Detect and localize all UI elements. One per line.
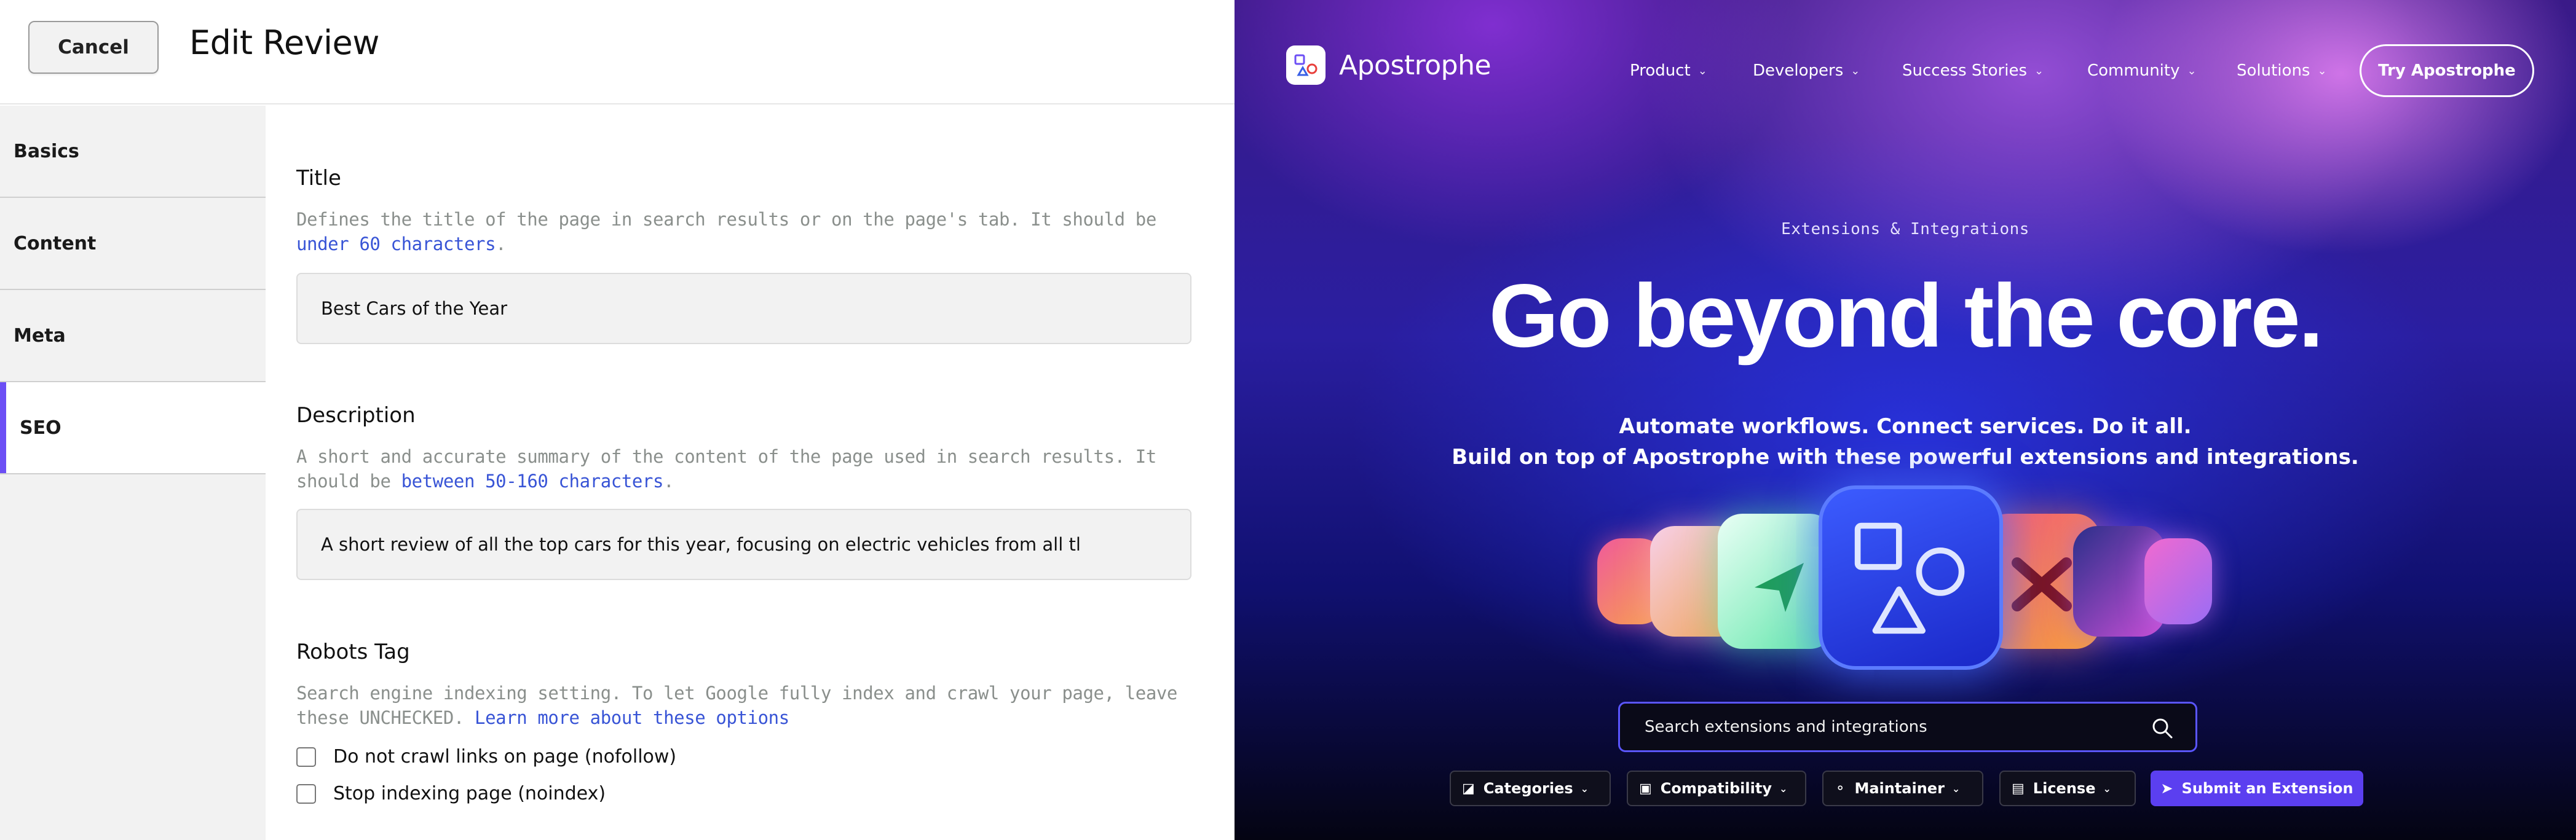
- nav-community-label: Community: [2087, 61, 2180, 80]
- robots-help-link[interactable]: Learn more about these options: [475, 707, 789, 728]
- filter-license-label: License: [2033, 780, 2096, 797]
- apostrophe-shapes-icon: [1819, 485, 2003, 670]
- chevron-down-icon: ⌄: [1697, 64, 1707, 77]
- extensions-search-input[interactable]: Search extensions and integrations: [1618, 702, 2197, 752]
- hero-eyebrow: Extensions & Integrations: [1781, 220, 2029, 238]
- apostrophe-site: Apostrophe Product ⌄ Developers ⌄ Success …: [1235, 0, 2576, 840]
- description-help: A short and accurate summary of the cont…: [296, 444, 1182, 493]
- chevron-down-icon: ⌄: [2034, 64, 2044, 77]
- blocks-icon: ▣: [1639, 780, 1652, 796]
- nofollow-option[interactable]: Do not crawl links on page (nofollow): [296, 746, 676, 767]
- title-help: Defines the title of the page in search …: [296, 207, 1182, 256]
- description-input[interactable]: A short review of all the top cars for t…: [296, 509, 1191, 580]
- robots-label: Robots Tag: [296, 640, 410, 664]
- nav-solutions[interactable]: Solutions ⌄: [2237, 61, 2327, 80]
- try-apostrophe-button[interactable]: Try Apostrophe: [2360, 44, 2534, 97]
- nav-product[interactable]: Product ⌄: [1630, 61, 1707, 80]
- title-help-suffix: .: [496, 234, 507, 254]
- apostrophe-logo-icon: [1286, 45, 1326, 85]
- noindex-checkbox[interactable]: [296, 783, 316, 804]
- brand-name: Apostrophe: [1339, 49, 1491, 81]
- tab-meta[interactable]: Meta: [0, 290, 266, 382]
- hero-title: Go beyond the core.: [1488, 265, 2324, 366]
- nav-solutions-label: Solutions: [2237, 61, 2310, 80]
- editor-sidebar: Basics Content Meta SEO: [0, 106, 266, 840]
- chevron-down-icon: ⌄: [2187, 64, 2197, 77]
- hero-subtitle-2: Build on top of Apostrophe with these po…: [1452, 445, 2359, 469]
- filter-compatibility-label: Compatibility: [1660, 780, 1772, 797]
- search-placeholder: Search extensions and integrations: [1645, 718, 1927, 736]
- tab-content[interactable]: Content: [0, 198, 266, 290]
- submit-extension-label: Submit an Extension: [2181, 780, 2353, 797]
- editor-header: Cancel Edit Review: [0, 0, 1235, 104]
- brand-logo[interactable]: Apostrophe: [1286, 45, 1491, 85]
- title-label: Title: [296, 166, 341, 190]
- nofollow-label: Do not crawl links on page (nofollow): [333, 746, 677, 767]
- title-input[interactable]: Best Cars of the Year: [296, 273, 1191, 344]
- paper-plane-icon: ➤: [2160, 780, 2173, 797]
- description-label: Description: [296, 403, 416, 428]
- robots-help: Search engine indexing setting. To let G…: [296, 681, 1182, 730]
- chevron-down-icon: ⌄: [1580, 782, 1589, 795]
- description-help-suffix: .: [663, 471, 674, 492]
- hero-subtitle-1: Automate workflows. Connect services. Do…: [1619, 414, 2192, 439]
- title-help-text: Defines the title of the page in search …: [296, 209, 1156, 230]
- tab-basics[interactable]: Basics: [0, 106, 266, 198]
- cube-icon: ◪: [1462, 780, 1475, 796]
- chevron-down-icon: ⌄: [1951, 782, 1961, 795]
- chevron-down-icon: ⌄: [2103, 782, 2111, 795]
- chevron-down-icon: ⌄: [1851, 64, 1860, 77]
- edit-review-panel: Cancel Edit Review Basics Content Meta S…: [0, 0, 1235, 840]
- tab-seo[interactable]: SEO: [0, 382, 266, 474]
- chevron-down-icon: ⌄: [2317, 64, 2327, 77]
- nofollow-checkbox[interactable]: [296, 747, 316, 767]
- nav-success-stories[interactable]: Success Stories ⌄: [1902, 61, 2044, 80]
- nav-developers[interactable]: Developers ⌄: [1753, 61, 1860, 80]
- description-help-link[interactable]: between 50-160 characters: [401, 471, 664, 492]
- layout-icon: [2144, 538, 2212, 624]
- filter-categories[interactable]: ◪ Categories ⌄: [1450, 771, 1611, 806]
- search-icon[interactable]: [2151, 717, 2173, 739]
- filter-compatibility[interactable]: ▣ Compatibility ⌄: [1627, 771, 1806, 806]
- document-icon: ▤: [2012, 780, 2025, 796]
- filter-license[interactable]: ▤ License ⌄: [1999, 771, 2136, 806]
- nav-developers-label: Developers: [1753, 61, 1844, 80]
- filter-maintainer[interactable]: ⚬ Maintainer ⌄: [1822, 771, 1983, 806]
- page-title: Edit Review: [189, 23, 379, 62]
- filter-categories-label: Categories: [1483, 780, 1573, 797]
- cancel-button[interactable]: Cancel: [28, 21, 159, 74]
- nav-community[interactable]: Community ⌄: [2087, 61, 2197, 80]
- filter-maintainer-label: Maintainer: [1854, 780, 1945, 797]
- people-icon: ⚬: [1835, 780, 1846, 796]
- submit-extension-button[interactable]: ➤ Submit an Extension: [2151, 771, 2363, 806]
- noindex-option[interactable]: Stop indexing page (noindex): [296, 783, 606, 804]
- send-icon: [1718, 514, 1835, 649]
- noindex-label: Stop indexing page (noindex): [333, 783, 606, 804]
- title-help-link[interactable]: under 60 characters: [296, 234, 496, 254]
- chevron-down-icon: ⌄: [1779, 782, 1788, 795]
- extension-icons-row: [1597, 485, 2224, 682]
- site-nav: Apostrophe Product ⌄ Developers ⌄ Success …: [1235, 0, 2576, 141]
- nav-success-stories-label: Success Stories: [1902, 61, 2027, 80]
- nav-product-label: Product: [1630, 61, 1691, 80]
